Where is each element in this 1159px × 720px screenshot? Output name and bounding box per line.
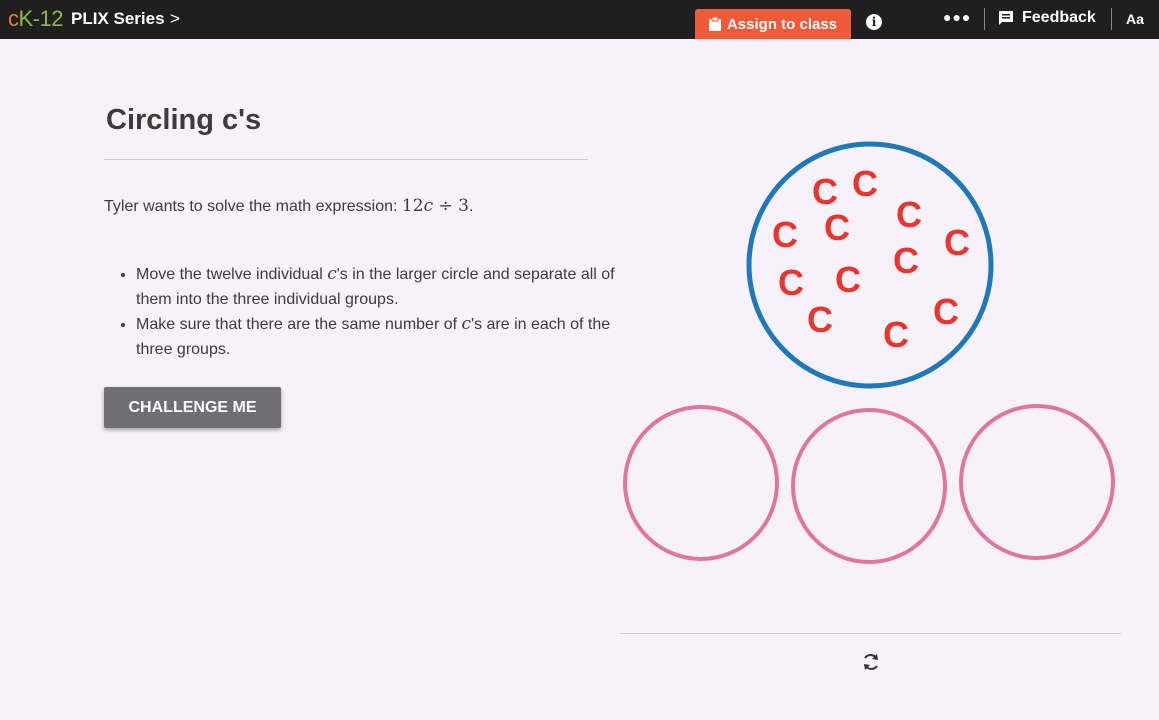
feedback-button[interactable]: Feedback (998, 9, 1096, 27)
info-icon[interactable]: i (866, 14, 882, 30)
instr-variable: c (461, 314, 472, 334)
more-icon[interactable]: ●●● (943, 9, 971, 25)
ck12-logo[interactable]: cK-12 (8, 6, 63, 32)
draggable-c-letter[interactable]: C (812, 171, 838, 212)
math-expression: 12c ÷ 3 (402, 196, 469, 216)
instructions-list: Move the twelve individual c's in the la… (104, 262, 626, 362)
group-circle[interactable] (623, 405, 779, 561)
draggable-c-letter[interactable]: C (835, 259, 861, 300)
activity-divider (620, 633, 1121, 634)
text-size-button[interactable]: Aa (1126, 11, 1144, 27)
draggable-c-letter[interactable]: C (896, 194, 922, 235)
feedback-icon (999, 11, 1013, 25)
challenge-me-button[interactable]: CHALLENGE ME (104, 387, 281, 428)
logo-k12: K-12 (18, 6, 64, 31)
group-circle[interactable] (959, 404, 1115, 560)
instr-text: Make sure that there are the same number… (136, 316, 462, 333)
draggable-c-letter[interactable]: C (807, 299, 833, 340)
feedback-label: Feedback (1022, 9, 1096, 26)
chevron-right-icon: > (170, 9, 180, 28)
draggable-c-letter[interactable]: C (778, 262, 804, 303)
plix-series-link[interactable]: PLIX Series (71, 9, 165, 29)
list-item: Move the twelve individual c's in the la… (136, 262, 626, 312)
group-circle[interactable] (791, 408, 947, 564)
problem-prompt: Tyler wants to solve the math expression… (104, 196, 473, 216)
expr-variable: c (423, 196, 434, 216)
divider (1111, 8, 1112, 30)
activity-canvas: C CCC C CCC CC CC (623, 141, 1115, 564)
draggable-c-letter[interactable]: C (893, 240, 919, 281)
draggable-c-letter[interactable]: C (772, 214, 798, 255)
page-title: Circling c's (106, 104, 262, 136)
instr-text: Move the twelve individual (136, 266, 328, 283)
clipboard-icon (708, 17, 721, 31)
expr-operator: ÷ 3 (433, 196, 469, 216)
assign-label: Assign to class (726, 15, 838, 33)
top-bar: cK-12 PLIX Series > Assign to class i ●●… (0, 0, 1159, 39)
instr-variable: c (327, 264, 337, 284)
prompt-text: Tyler wants to solve the math expression… (104, 198, 402, 215)
expr-number: 12 (401, 196, 424, 216)
draggable-c-letter[interactable]: C (883, 314, 909, 355)
logo-c: c (8, 6, 19, 31)
title-divider (104, 159, 588, 160)
divider (984, 8, 985, 30)
refresh-icon[interactable] (860, 651, 882, 673)
draggable-c-letter[interactable]: C (933, 291, 959, 332)
draggable-c-letter[interactable]: C (824, 207, 850, 248)
assign-to-class-button[interactable]: Assign to class (695, 9, 851, 39)
draggable-c-letter[interactable]: C (852, 163, 878, 204)
draggable-c-letter[interactable]: C (944, 222, 970, 263)
list-item: Make sure that there are the same number… (136, 312, 626, 362)
expr-period: . (468, 198, 474, 215)
